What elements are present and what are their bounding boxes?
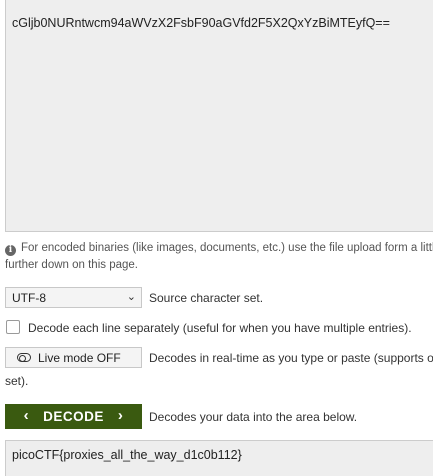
toggle-off-icon: [17, 353, 31, 362]
charset-selected-value: UTF-8: [12, 291, 46, 305]
charset-label: Source character set.: [149, 291, 264, 305]
charset-select[interactable]: UTF-8 ⌄: [5, 287, 142, 308]
live-mode-button[interactable]: Live mode OFF: [5, 347, 142, 368]
info-note: i For encoded binaries (like images, docu…: [5, 240, 433, 274]
info-icon: i: [5, 245, 16, 256]
live-mode-description-cont: set).: [5, 374, 29, 388]
chevron-down-icon: ⌄: [126, 291, 136, 303]
chevron-right-icon: ›: [117, 407, 124, 424]
line-by-line-checkbox[interactable]: [6, 320, 20, 334]
line-by-line-label: Decode each line separately (useful for …: [28, 321, 412, 335]
decode-description: Decodes your data into the area below.: [149, 410, 358, 424]
info-text: For encoded binaries (like images, docum…: [5, 242, 433, 271]
encoded-input-textarea[interactable]: cGljb0NURntwcm94aWVzX2FsbF90aGVfd2F5X2Qx…: [5, 0, 433, 232]
decode-button[interactable]: ‹ DECODE ›: [5, 404, 142, 429]
base64-decoder-page: cGljb0NURntwcm94aWVzX2FsbF90aGVfd2F5X2Qx…: [0, 0, 433, 476]
live-mode-description: Decodes in real-time as you type or past…: [149, 351, 433, 365]
decode-button-label: DECODE: [43, 409, 104, 424]
decoded-output-textarea[interactable]: picoCTF{proxies_all_the_way_d1c0b112}: [5, 440, 433, 476]
live-mode-label: Live mode OFF: [38, 351, 121, 365]
chevron-left-icon: ‹: [23, 407, 30, 424]
